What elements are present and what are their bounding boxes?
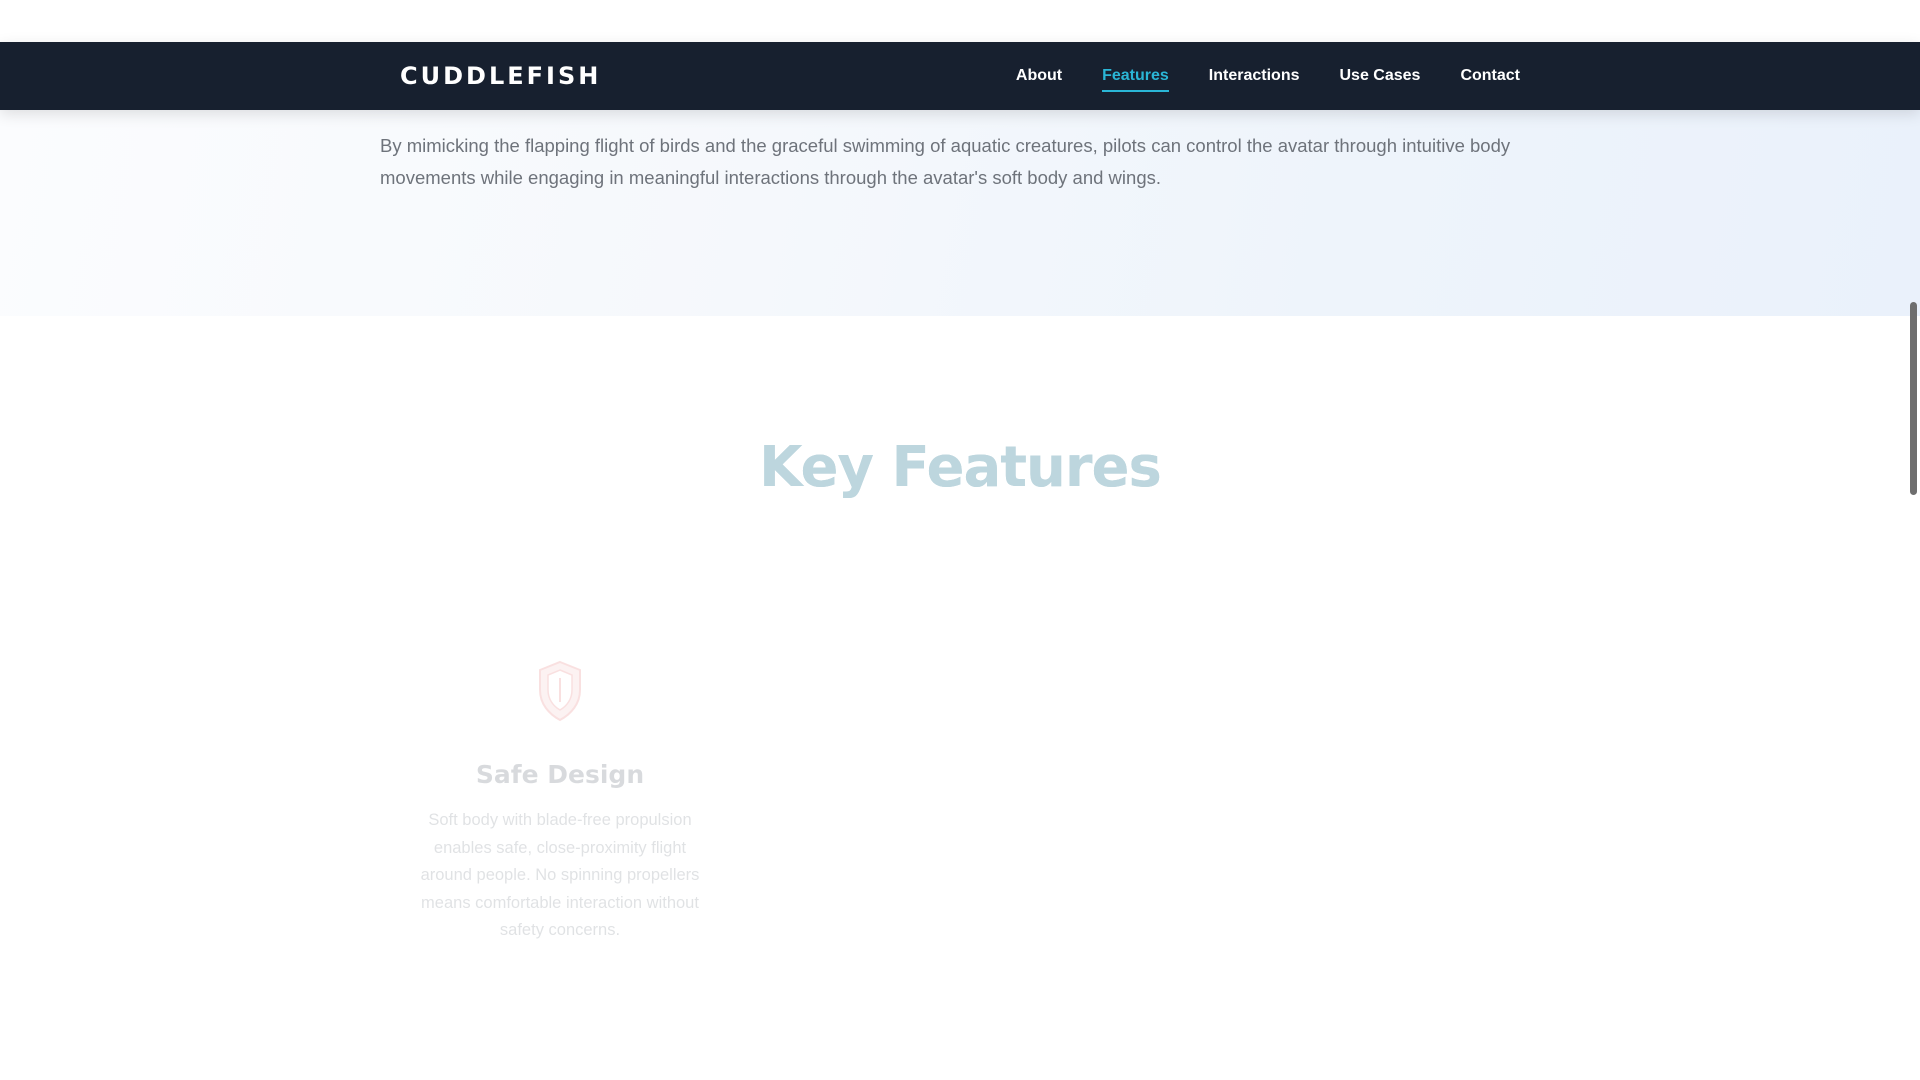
- nav-link-interactions[interactable]: Interactions: [1209, 67, 1300, 85]
- scrollbar-thumb[interactable]: [1910, 302, 1917, 495]
- top-gap: [0, 0, 1920, 42]
- feature-description: Soft body with blade-free propulsion ena…: [420, 811, 700, 939]
- nav-link-contact[interactable]: Contact: [1460, 67, 1520, 85]
- nav-link-about[interactable]: About: [1016, 67, 1062, 85]
- scrollbar[interactable]: [1906, 110, 1920, 1080]
- navbar: CUDDLEFISH About Features Interactions U…: [0, 42, 1920, 110]
- page: CUDDLEFISH About Features Interactions U…: [0, 0, 1920, 1080]
- nav-link-features[interactable]: Features: [1102, 67, 1169, 92]
- features-heading: Key Features: [0, 435, 1920, 500]
- shield-icon: [539, 660, 581, 722]
- intro-section: By mimicking the flapping flight of bird…: [0, 110, 1920, 316]
- nav-link-use-cases[interactable]: Use Cases: [1339, 67, 1420, 85]
- feature-title: Safe Design: [475, 760, 645, 789]
- feature-card-safe-design: Safe Design Soft body with blade-free pr…: [400, 660, 720, 945]
- intro-paragraph: By mimicking the flapping flight of bird…: [380, 135, 1511, 188]
- nav-links: About Features Interactions Use Cases Co…: [1016, 42, 1520, 110]
- site-logo[interactable]: CUDDLEFISH: [400, 61, 601, 91]
